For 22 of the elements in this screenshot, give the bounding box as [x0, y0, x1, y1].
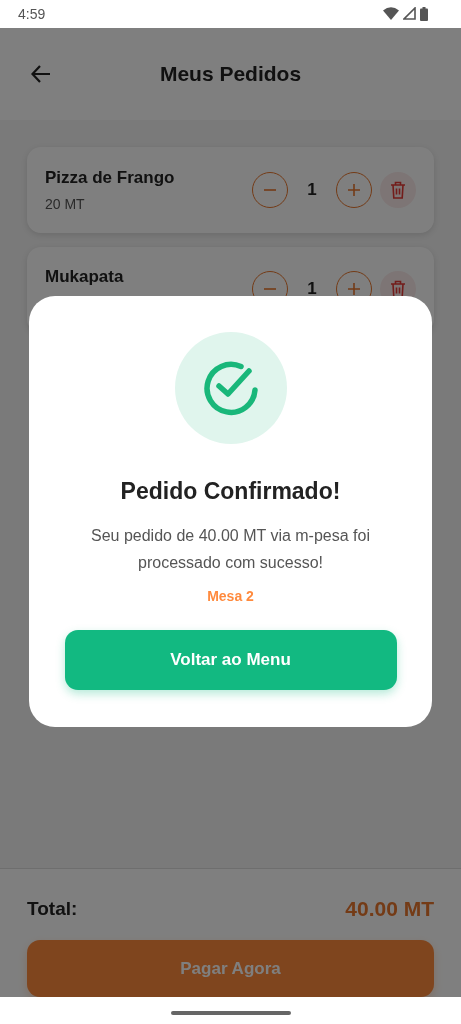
item-price: 20 MT: [45, 196, 86, 212]
trash-icon: [390, 181, 406, 199]
quantity-value: 1: [306, 180, 318, 200]
total-amount: 40.00 MT: [345, 897, 434, 921]
dialog-title: Pedido Confirmado!: [120, 478, 341, 505]
status-time: 4:59: [18, 5, 46, 22]
dialog-message: Seu pedido de 40.00 MT via m-pesa foi processado com sucesso!: [90, 526, 371, 573]
plus-icon: [347, 183, 361, 197]
page-title: Meus Pedidos: [158, 61, 303, 86]
plus-icon: [347, 282, 361, 296]
signal-icon: [403, 7, 416, 20]
table-label: Mesa 2: [207, 588, 254, 604]
trash-icon: [390, 280, 406, 298]
total-label: Total:: [27, 898, 78, 920]
pay-now-button[interactable]: Pagar Agora: [27, 940, 434, 997]
item-name: Pizza de Frango: [45, 168, 175, 188]
wifi-icon: [383, 7, 399, 20]
battery-icon: [420, 6, 428, 21]
back-to-menu-button[interactable]: Voltar ao Menu: [64, 630, 397, 690]
quantity-value: 1: [306, 279, 318, 299]
gesture-handle[interactable]: [170, 1010, 291, 1015]
item-name: Mukapata: [45, 267, 124, 287]
